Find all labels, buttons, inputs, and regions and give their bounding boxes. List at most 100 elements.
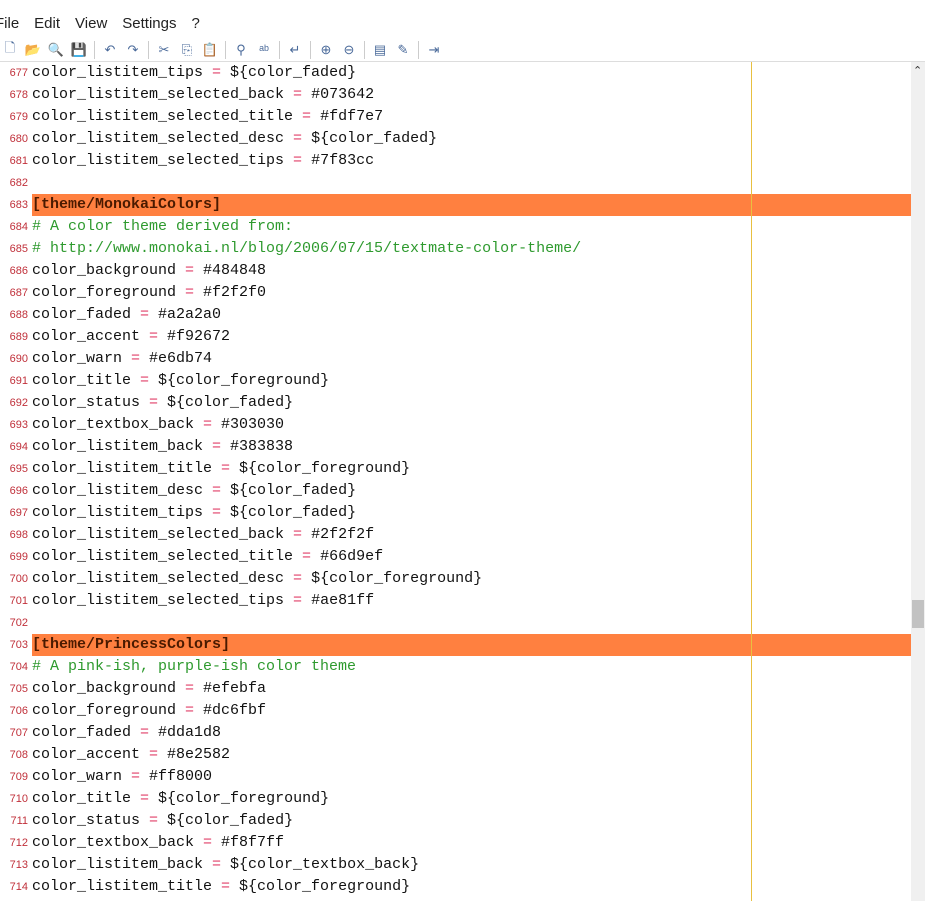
code-line[interactable]: 696 color_listitem_desc = ${color_faded} [0,480,911,502]
line-number: 713 [9,859,28,871]
equals-sign: = [122,768,150,785]
code-line[interactable]: 701 color_listitem_selected_tips = #ae81f… [0,590,911,612]
menu-help[interactable]: ? [191,15,199,32]
scroll-up-icon[interactable]: ⌃ [913,64,922,77]
code-line[interactable]: 697 color_listitem_tips = ${color_faded} [0,502,911,524]
key-value: color_listitem_selected_desc = ${color_f… [32,568,911,590]
setting-value: ${color_foreground} [158,790,330,807]
menu-bar: File Edit View Settings ? [0,0,925,38]
browse-icon[interactable]: 🔍 [46,41,66,59]
line-number: 688 [9,309,28,321]
code-line[interactable]: 695 color_listitem_title = ${color_foregr… [0,458,911,480]
setting-value: #7f83cc [311,152,375,169]
new-icon[interactable]: 🗋 [0,40,20,59]
menu-edit[interactable]: Edit [34,15,60,32]
equals-sign: = [140,746,168,763]
section-header-line[interactable]: 683 [theme/MonokaiColors] [0,194,911,216]
paste-icon[interactable]: 📋 [200,41,220,59]
key-value: color_warn = #e6db74 [32,348,911,370]
comment-text: # A color theme derived from: [32,218,294,235]
key-value: color_listitem_selected_back = #073642 [32,84,911,106]
setting-key: color_background [32,262,177,279]
line-number: 695 [9,463,28,475]
copy-icon[interactable]: ⎘ [177,41,197,59]
open-icon[interactable]: 📂 [23,41,43,59]
setting-key: color_listitem_desc [32,482,204,499]
code-line[interactable]: 706 color_foreground = #dc6fbf [0,700,911,722]
setting-key: color_listitem_selected_title [32,108,294,125]
setting-value: ${color_faded} [230,482,357,499]
code-line[interactable]: 679 color_listitem_selected_title = #fdf7… [0,106,911,128]
cut-icon[interactable]: ✂ [154,41,174,59]
code-line[interactable]: 693 color_textbox_back = #303030 [0,414,911,436]
equals-sign: = [140,328,168,345]
code-line[interactable]: 689 color_accent = #f92672 [0,326,911,348]
code-line[interactable]: 680 color_listitem_selected_desc = ${colo… [0,128,911,150]
menu-view[interactable]: View [75,15,107,32]
code-line[interactable]: 700 color_listitem_selected_desc = ${colo… [0,568,911,590]
setting-value: ${color_faded} [230,504,357,521]
code-line[interactable]: 713 color_listitem_back = ${color_textbox… [0,854,911,876]
code-line[interactable]: 705 color_background = #efebfa [0,678,911,700]
code-line[interactable]: 687 color_foreground = #f2f2f0 [0,282,911,304]
comment-line[interactable]: 685 # http://www.monokai.nl/blog/2006/07/… [0,238,911,260]
code-line[interactable]: 694 color_listitem_back = #383838 [0,436,911,458]
code-line[interactable]: 678 color_listitem_selected_back = #07364… [0,84,911,106]
find-icon[interactable]: ⚲ [231,41,251,59]
code-line[interactable]: 711 color_status = ${color_faded} [0,810,911,832]
replace-icon[interactable]: ᵃᵇ [254,41,274,59]
line-number: 708 [9,749,28,761]
setting-value: #f2f2f0 [203,284,267,301]
customize-scheme-icon[interactable]: ✎ [393,41,413,59]
line-number: 685 [9,243,28,255]
long-line-marker [751,62,752,901]
setting-value: #383838 [230,438,294,455]
menu-settings[interactable]: Settings [122,15,176,32]
scrollbar-thumb[interactable] [912,600,924,628]
setting-key: color_listitem_selected_desc [32,130,285,147]
setting-value: #f8f7ff [221,834,285,851]
code-line[interactable]: 702 [0,612,911,634]
code-line[interactable]: 710 color_title = ${color_foreground} [0,788,911,810]
zoom-in-icon[interactable]: ⊕ [316,41,336,59]
setting-value: #efebfa [203,680,267,697]
code-line[interactable]: 692 color_status = ${color_faded} [0,392,911,414]
comment-line[interactable]: 684 # A color theme derived from: [0,216,911,238]
menu-file[interactable]: File [0,15,19,32]
code-line[interactable]: 698 color_listitem_selected_back = #2f2f2… [0,524,911,546]
zoom-out-icon[interactable]: ⊖ [339,41,359,59]
equals-sign: = [131,372,159,389]
code-line[interactable]: 688 color_faded = #a2a2a0 [0,304,911,326]
code-line[interactable]: 682 [0,172,911,194]
code-line[interactable]: 714 color_listitem_title = ${color_foregr… [0,876,911,898]
scheme-icon[interactable]: ▤ [370,41,390,59]
equals-sign: = [194,834,222,851]
redo-icon[interactable]: ↷ [123,41,143,59]
code-line[interactable]: 691 color_title = ${color_foreground} [0,370,911,392]
code-line[interactable]: 699 color_listitem_selected_title = #66d9… [0,546,911,568]
comment-line[interactable]: 704 # A pink-ish, purple-ish color theme [0,656,911,678]
equals-sign: = [284,570,312,587]
equals-sign: = [284,592,312,609]
code-line[interactable]: 677 color_listitem_tips = ${color_faded} [0,62,911,84]
code-line[interactable]: 690 color_warn = #e6db74 [0,348,911,370]
setting-value: ${color_foreground} [311,570,483,587]
save-icon[interactable]: 💾 [69,41,89,59]
exit-icon[interactable]: ⇥ [424,41,444,59]
code-line[interactable]: 709 color_warn = #ff8000 [0,766,911,788]
key-value: color_status = ${color_faded} [32,810,911,832]
text-editor[interactable]: 677 color_listitem_tips = ${color_faded} 6… [0,62,911,901]
code-line[interactable]: 708 color_accent = #8e2582 [0,744,911,766]
line-number: 702 [9,617,28,629]
setting-value: ${color_foreground} [158,372,330,389]
code-line[interactable]: 681 color_listitem_selected_tips = #7f83c… [0,150,911,172]
word-wrap-icon[interactable]: ↵ [285,41,305,59]
code-line[interactable]: 707 color_faded = #dda1d8 [0,722,911,744]
key-value: color_listitem_title = ${color_foregroun… [32,876,911,898]
code-line[interactable]: 686 color_background = #484848 [0,260,911,282]
undo-icon[interactable]: ↶ [100,41,120,59]
setting-key: color_foreground [32,284,177,301]
vertical-scrollbar[interactable]: ⌃ [911,62,925,901]
code-line[interactable]: 712 color_textbox_back = #f8f7ff [0,832,911,854]
section-header-line[interactable]: 703 [theme/PrincessColors] [0,634,911,656]
